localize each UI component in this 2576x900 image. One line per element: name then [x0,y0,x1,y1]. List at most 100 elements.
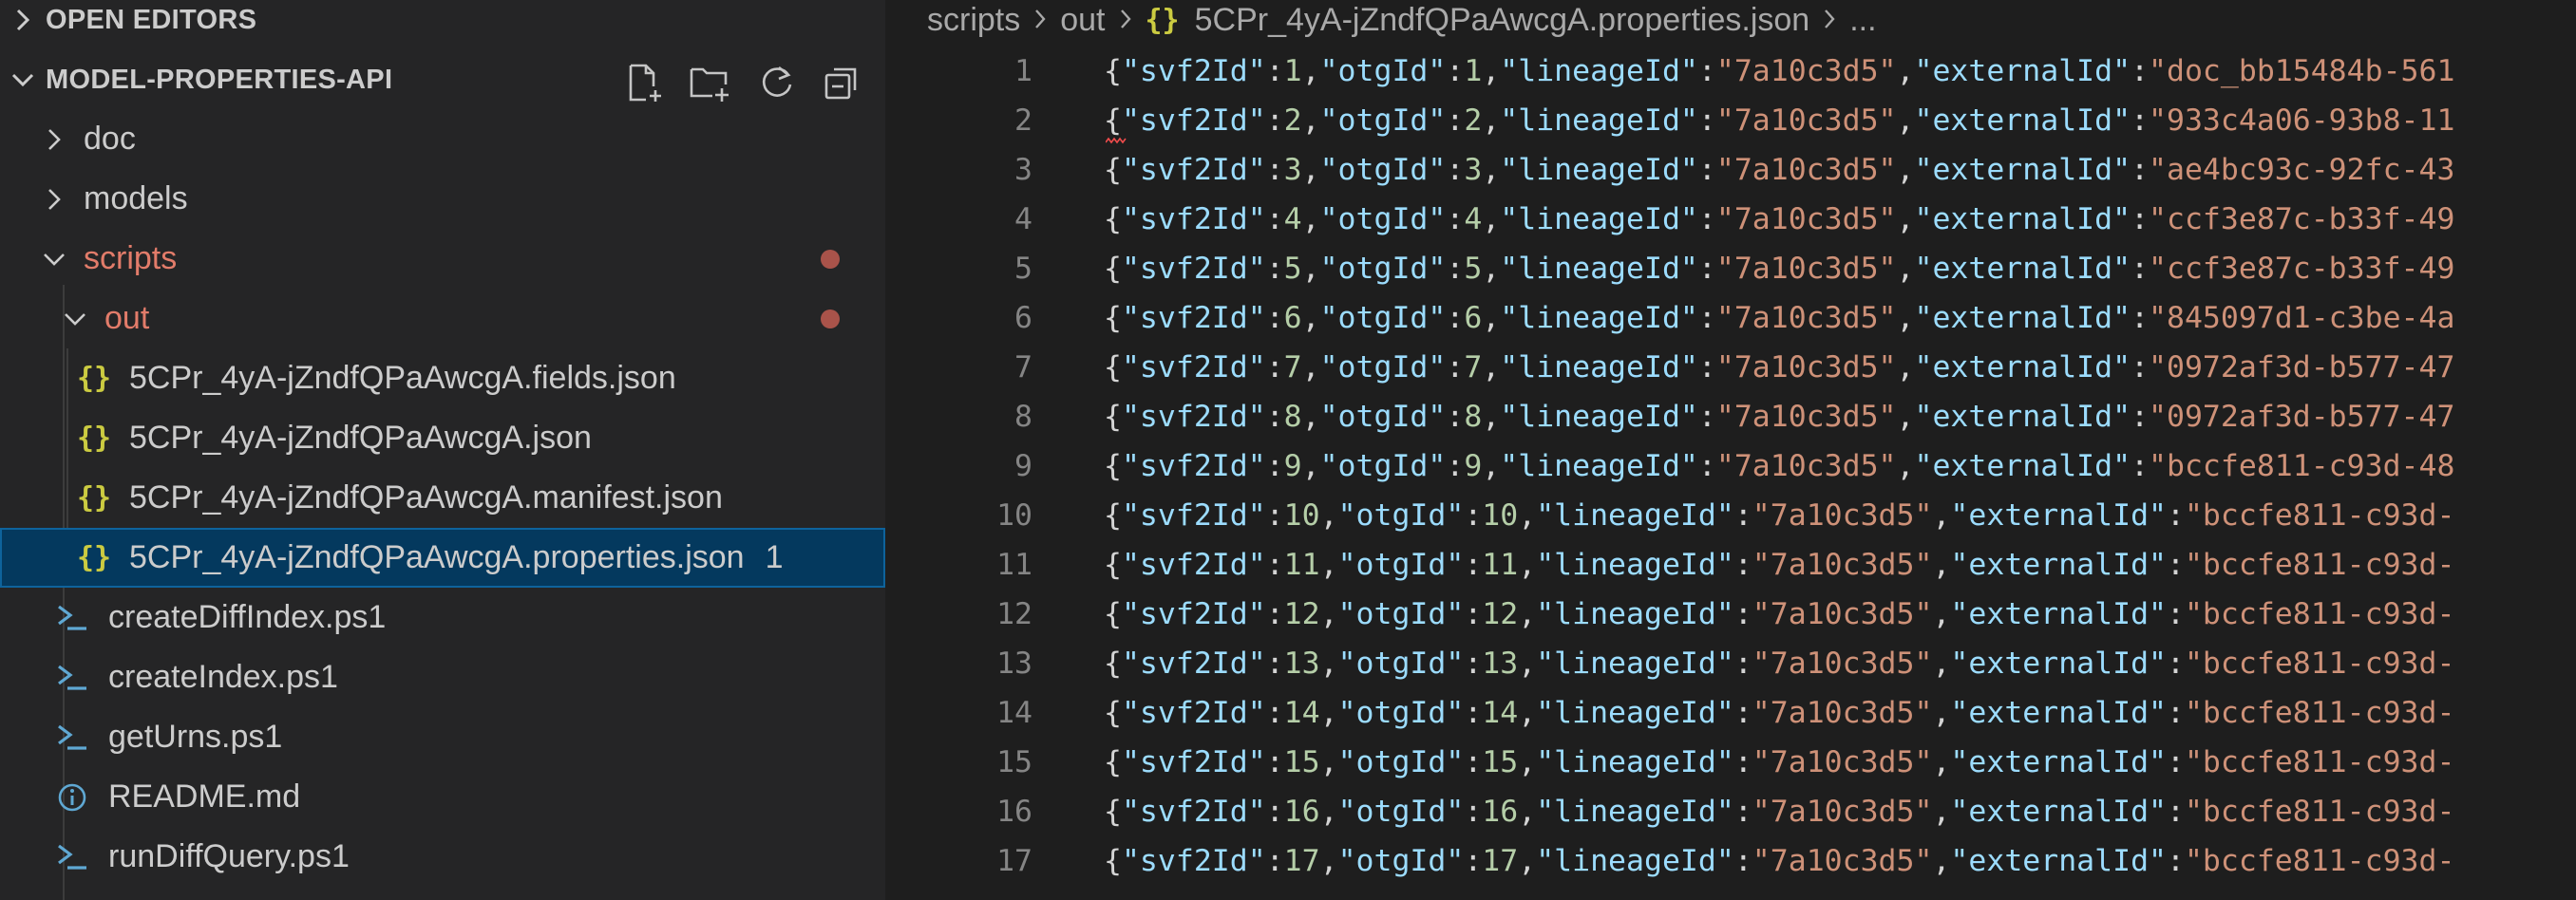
line-number: 3 [1014,153,1032,187]
tree-file-createIndex[interactable]: createIndex.ps1 [0,647,885,707]
tree-file-createDiffIndex[interactable]: createDiffIndex.ps1 [0,588,885,647]
line-number: 9 [1014,449,1032,483]
code-text: {"svf2Id":6,"otgId":6,"lineageId":"7a10c… [1104,301,2455,335]
code-line[interactable]: 7 {"svf2Id":7,"otgId":7,"lineageId":"7a10… [885,343,2454,392]
chevron-right-icon [38,187,70,212]
explorer-actions [619,59,868,106]
tree-label: getUrns.ps1 [108,719,283,755]
project-header[interactable]: MODEL-PROPERTIES-API [0,60,392,100]
code-line[interactable]: 6 {"svf2Id":6,"otgId":6,"lineageId":"7a10… [885,293,2454,343]
code-text: {"svf2Id":16,"otgId":16,"lineageId":"7a1… [1104,795,2455,829]
code-text: {"svf2Id":4,"otgId":4,"lineageId":"7a10c… [1104,202,2455,236]
line-number: 16 [996,795,1032,829]
line-number: 4 [1014,202,1032,236]
line-number: 8 [1014,400,1032,434]
line-number: 5 [1014,252,1032,286]
powershell-file-icon [49,723,95,752]
code-line[interactable]: 3 {"svf2Id":3,"otgId":3,"lineageId":"7a10… [885,145,2454,195]
tree-label: 5CPr_4yA-jZndfQPaAwcgA.manifest.json [129,479,723,516]
refresh-icon[interactable] [752,59,802,106]
modified-dot-icon [821,309,840,328]
code-line[interactable]: 1 {"svf2Id":1,"otgId":1,"lineageId":"7a10… [885,47,2454,96]
tree-file-json[interactable]: {} 5CPr_4yA-jZndfQPaAwcgA.json [0,408,885,468]
powershell-file-icon [49,843,95,872]
code-text: {"svf2Id":7,"otgId":7,"lineageId":"7a10c… [1104,350,2455,384]
code-line[interactable]: 5 {"svf2Id":5,"otgId":5,"lineageId":"7a10… [885,244,2454,293]
chevron-down-icon [0,70,46,89]
tree-label: 5CPr_4yA-jZndfQPaAwcgA.fields.json [129,360,676,396]
code-text: {"svf2Id":13,"otgId":13,"lineageId":"7a1… [1104,647,2455,681]
tree-file-readme[interactable]: README.md [0,767,885,827]
line-number: 11 [996,548,1032,582]
powershell-file-icon [49,604,95,632]
tree-folder-scripts[interactable]: scripts [0,229,885,289]
modified-dot-icon [821,249,840,269]
breadcrumb-item-file[interactable]: 5CPr_4yA-jZndfQPaAwcgA.properties.json [1195,2,1810,39]
tree-folder-models[interactable]: models [0,169,885,229]
code-line[interactable]: 12 {"svf2Id":12,"otgId":12,"lineageId":"7… [885,590,2454,639]
line-number: 1 [1014,54,1032,88]
line-number: 7 [1014,350,1032,384]
tree-file-properties-json[interactable]: {} 5CPr_4yA-jZndfQPaAwcgA.properties.jso… [0,528,885,588]
tree-label: createDiffIndex.ps1 [108,599,387,635]
json-file-icon: {} [76,422,112,455]
line-number: 12 [996,597,1032,631]
tree-label: scripts [84,240,178,276]
code-line[interactable]: 8 {"svf2Id":8,"otgId":8,"lineageId":"7a10… [885,392,2454,441]
breadcrumb: scripts out {} 5CPr_4yA-jZndfQPaAwcgA.pr… [927,0,1877,40]
chevron-right-icon [0,7,46,33]
chevron-down-icon [38,252,70,267]
json-file-icon: {} [76,362,112,395]
chevron-right-icon [1119,2,1132,39]
code-line[interactable]: 15 {"svf2Id":15,"otgId":15,"lineageId":"7… [885,738,2454,787]
line-number: 6 [1014,301,1032,335]
code-line[interactable]: 10 {"svf2Id":10,"otgId":10,"lineageId":"7… [885,491,2454,540]
code-text: {"svf2Id":8,"otgId":8,"lineageId":"7a10c… [1104,400,2455,434]
code-text: {"svf2Id":12,"otgId":12,"lineageId":"7a1… [1104,597,2455,631]
breadcrumb-item-scripts[interactable]: scripts [927,2,1020,39]
open-editors-header[interactable]: OPEN EDITORS [0,0,256,40]
code-line[interactable]: 16 {"svf2Id":16,"otgId":16,"lineageId":"7… [885,787,2454,836]
code-text: {"svf2Id":10,"otgId":10,"lineageId":"7a1… [1104,498,2455,533]
tree-label: doc [84,121,136,157]
code-line[interactable]: 2 {"svf2Id":2,"otgId":2,"lineageId":"7a10… [885,96,2454,145]
error-squiggle [1106,137,1127,144]
code-text: {"svf2Id":15,"otgId":15,"lineageId":"7a1… [1104,745,2455,779]
tree-folder-out[interactable]: out [0,289,885,348]
code-line[interactable]: 14 {"svf2Id":14,"otgId":14,"lineageId":"7… [885,688,2454,738]
code-line[interactable]: 13 {"svf2Id":13,"otgId":13,"lineageId":"7… [885,639,2454,688]
powershell-file-icon [49,664,95,692]
tree-file-fields-json[interactable]: {} 5CPr_4yA-jZndfQPaAwcgA.fields.json [0,348,885,408]
tree-label: runDiffQuery.ps1 [108,838,350,874]
code-text: {"svf2Id":5,"otgId":5,"lineageId":"7a10c… [1104,252,2455,286]
open-editors-label: OPEN EDITORS [46,4,257,35]
tree-file-runDiffQuery[interactable]: runDiffQuery.ps1 [0,827,885,887]
code-line[interactable]: 17 {"svf2Id":17,"otgId":17,"lineageId":"7… [885,836,2454,886]
breadcrumb-item-symbol[interactable]: ... [1849,2,1876,39]
code-text: {"svf2Id":14,"otgId":14,"lineageId":"7a1… [1104,696,2455,730]
tree-label: README.md [108,778,301,815]
tree-file-manifest-json[interactable]: {} 5CPr_4yA-jZndfQPaAwcgA.manifest.json [0,468,885,528]
chevron-right-icon [1033,2,1047,39]
json-file-icon: {} [76,481,112,515]
new-folder-icon[interactable] [686,59,735,106]
chevron-right-icon [1823,2,1836,39]
line-number: 17 [996,844,1032,878]
chevron-right-icon [38,127,70,152]
code-text: {"svf2Id":2,"otgId":2,"lineageId":"7a10c… [1104,103,2455,138]
breadcrumb-item-out[interactable]: out [1060,2,1105,39]
tree-file-getUrns[interactable]: getUrns.ps1 [0,707,885,767]
code-line[interactable]: 9 {"svf2Id":9,"otgId":9,"lineageId":"7a10… [885,441,2454,491]
editor-pane[interactable]: scripts out {} 5CPr_4yA-jZndfQPaAwcgA.pr… [885,0,2576,900]
problem-count-badge: 1 [765,539,784,575]
info-icon [49,782,95,813]
line-number: 10 [996,498,1032,533]
chevron-down-icon [59,311,91,327]
tree-folder-doc[interactable]: doc [0,109,885,169]
code-text: {"svf2Id":11,"otgId":11,"lineageId":"7a1… [1104,548,2455,582]
code-line[interactable]: 11 {"svf2Id":11,"otgId":11,"lineageId":"7… [885,540,2454,590]
code-line[interactable]: 4 {"svf2Id":4,"otgId":4,"lineageId":"7a10… [885,195,2454,244]
collapse-all-icon[interactable] [819,59,868,106]
tree-label: createIndex.ps1 [108,659,338,695]
new-file-icon[interactable] [619,59,669,106]
